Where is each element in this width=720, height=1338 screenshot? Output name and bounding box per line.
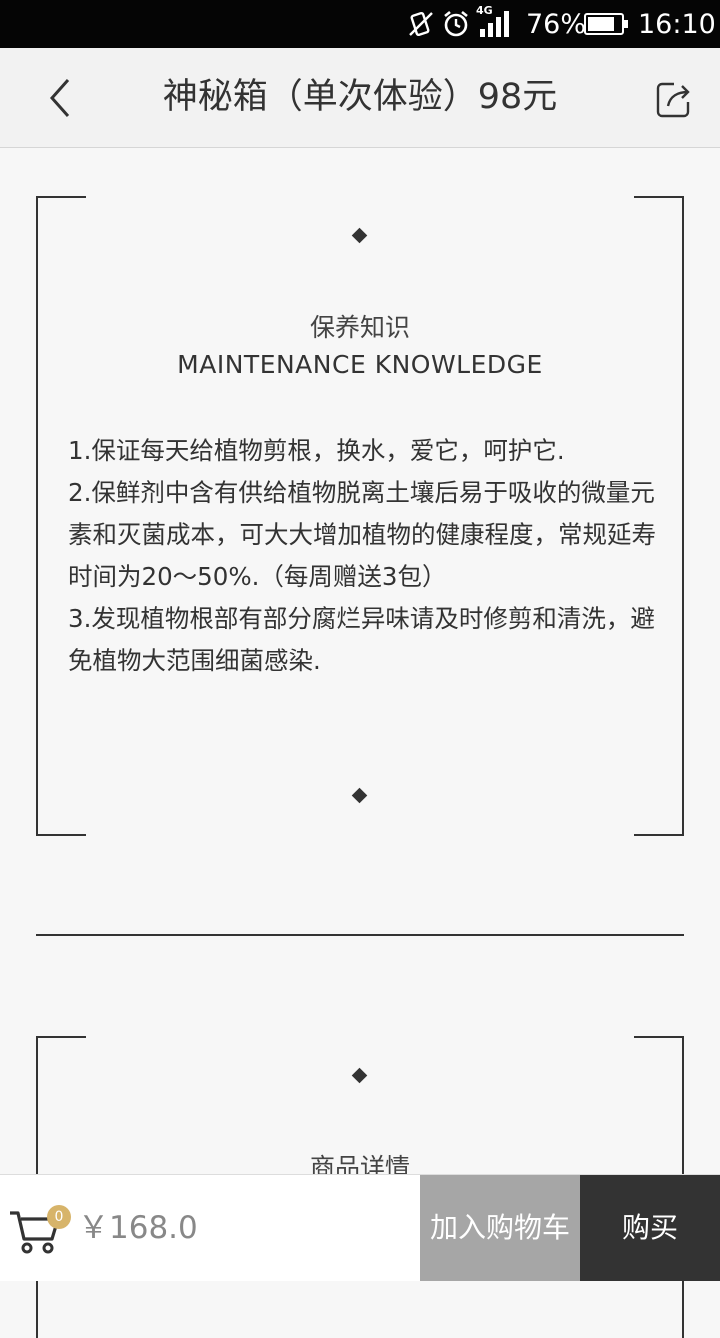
battery-percent: 76% [526,8,587,40]
page-title: 神秘箱（单次体验）98元 [162,77,558,117]
vibrate-icon [408,0,434,48]
network-type: 4G [476,4,493,17]
share-button[interactable] [652,76,698,122]
clock: 16:10 [638,8,716,40]
list-item: 1.保证每天给植物剪根，换水，爱它，呵护它. [68,436,565,465]
maintenance-card: 保养知识 MAINTENANCE KNOWLEDGE 1.保证每天给植物剪根，换… [36,196,684,836]
battery-icon [584,0,630,48]
diamond-ornament [351,787,368,804]
diamond-ornament [351,227,368,244]
status-bar: 4G 76% 16:10 [0,0,720,48]
nav-header: 神秘箱（单次体验）98元 [0,48,720,148]
bottom-bar: 0 ￥168.0 加入购物车 购买 [0,1174,720,1281]
maintenance-text: 1.保证每天给植物剪根，换水，爱它，呵护它. 2.保鲜剂中含有供给植物脱离土壤后… [68,430,660,682]
card-title-cn: 保养知识 [309,313,410,342]
section-divider [36,934,684,936]
share-icon [656,82,690,118]
list-item: 3.发现植物根部有部分腐烂异味请及时修剪和清洗，避免植物大范围细菌感染. [68,604,655,675]
card-title-en: MAINTENANCE KNOWLEDGE [177,350,543,379]
cart-count-badge: 0 [47,1205,71,1229]
frame-corner [634,834,684,836]
back-button[interactable] [40,72,92,124]
alarm-icon [442,0,470,48]
frame-corner [36,834,86,836]
buy-button[interactable]: 购买 [580,1175,720,1281]
list-item: 2.保鲜剂中含有供给植物脱离土壤后易于吸收的微量元素和灭菌成本，可大大增加植物的… [68,478,656,591]
chevron-left-icon [49,79,70,117]
price: ￥168.0 [78,1210,198,1246]
signal-icon: 4G [476,0,516,48]
add-to-cart-button[interactable]: 加入购物车 [420,1175,580,1281]
diamond-ornament [351,1067,368,1084]
